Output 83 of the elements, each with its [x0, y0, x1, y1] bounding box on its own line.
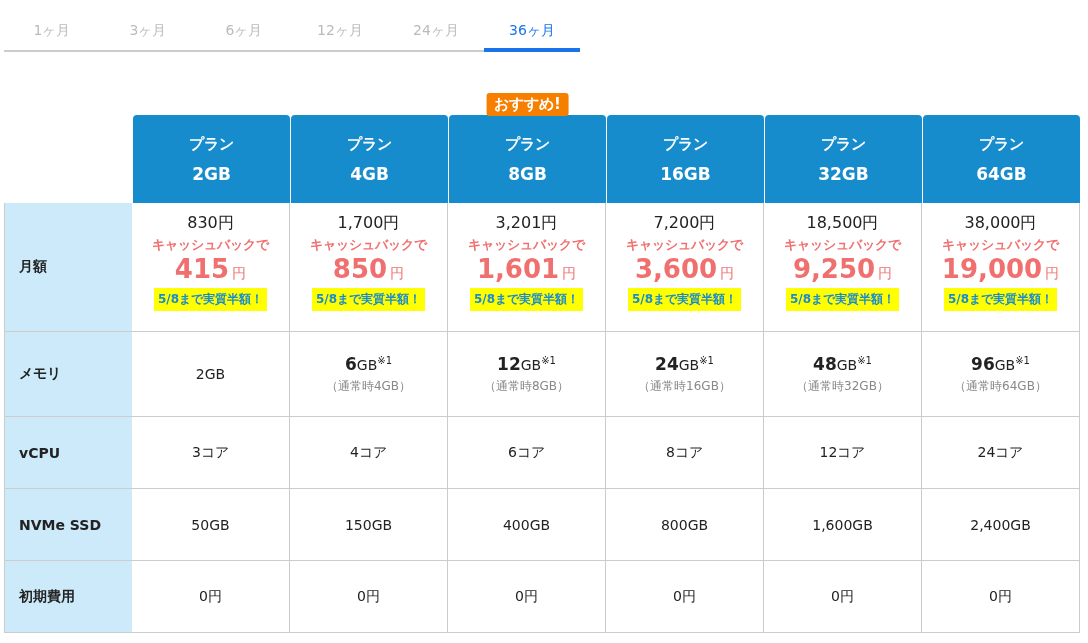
yen-unit: 円: [1045, 265, 1060, 283]
table-cell: 0円: [831, 587, 854, 606]
cashback-label: キャッシュバックで: [626, 236, 743, 254]
plan-label: プラン: [189, 134, 234, 154]
plan-label: プラン: [505, 134, 550, 154]
plan-size: 64GB: [976, 163, 1027, 184]
table-cell: 8コア: [666, 443, 703, 462]
table-cell: 12GB$^{※1}$: [497, 353, 556, 374]
plan-label: プラン: [347, 134, 392, 154]
cashback-label: キャッシュバックで: [310, 236, 427, 254]
plan-size: 32GB: [818, 163, 869, 184]
table-cell: 96GB$^{※1}$: [971, 353, 1030, 374]
regular-price: 18,500円: [806, 213, 879, 234]
normal-value-note: （通常時8GB）: [483, 377, 570, 395]
row-label: NVMe SSD: [4, 489, 132, 561]
table-cell: 1,600GB: [812, 516, 873, 533]
table-cell: 6GB$^{※1}$: [344, 353, 392, 374]
table-cell: 0円: [515, 587, 538, 606]
table-cell: 0円: [357, 587, 380, 606]
table-cell: 2,400GB: [970, 516, 1031, 533]
plan-size: 2GB: [192, 163, 231, 184]
promo-note: 5/8まで実質半額！: [785, 288, 900, 311]
table-cell: 150GB: [344, 516, 393, 533]
recommended-badge: おすすめ!: [486, 93, 569, 116]
promo-note: 5/8まで実質半額！: [469, 288, 584, 311]
cashback-label: キャッシュバックで: [942, 236, 1059, 254]
row-label: 月額: [4, 203, 132, 332]
table-cell: 48GB$^{※1}$: [813, 353, 872, 374]
cashback-label: キャッシュバックで: [152, 236, 269, 254]
cashback-price: 9,250: [792, 254, 876, 284]
cashback-price: 3,600: [634, 254, 718, 284]
row-label: vCPU: [4, 417, 132, 489]
yen-unit: 円: [878, 265, 893, 283]
period-tab[interactable]: 36ヶ月: [484, 14, 580, 52]
plan-label: プラン: [821, 134, 866, 154]
plan-size: 16GB: [660, 163, 711, 184]
plan-label: プラン: [979, 134, 1024, 154]
table-cell: 0円: [989, 587, 1012, 606]
period-tab[interactable]: 12ヶ月: [292, 14, 388, 52]
plan-size: 8GB: [508, 163, 547, 184]
regular-price: 7,200円: [653, 213, 716, 234]
promo-note: 5/8まで実質半額！: [153, 288, 268, 311]
promo-note: 5/8まで実質半額！: [311, 288, 426, 311]
table-cell: 800GB: [660, 516, 709, 533]
normal-value-note: （通常時32GB）: [796, 377, 889, 395]
table-cell: 3コア: [192, 443, 229, 462]
regular-price: 38,000円: [964, 213, 1037, 234]
table-cell: 0円: [199, 587, 222, 606]
normal-value-note: （通常時16GB）: [638, 377, 731, 395]
table-cell: 24コア: [977, 443, 1024, 462]
table-cell: 6コア: [508, 443, 545, 462]
plan-size: 4GB: [350, 163, 389, 184]
period-tab[interactable]: 3ヶ月: [100, 14, 196, 52]
period-tab[interactable]: 24ヶ月: [388, 14, 484, 52]
table-cell: 2GB: [195, 366, 226, 382]
cashback-label: キャッシュバックで: [784, 236, 901, 254]
cashback-price: 19,000: [941, 254, 1043, 284]
regular-price: 1,700円: [337, 213, 400, 234]
promo-note: 5/8まで実質半額！: [943, 288, 1058, 311]
plan-label: プラン: [663, 134, 708, 154]
row-label: メモリ: [4, 332, 132, 417]
yen-unit: 円: [720, 265, 735, 283]
table-cell: 0円: [673, 587, 696, 606]
regular-price: 830円: [187, 213, 234, 234]
table-cell: 4コア: [350, 443, 387, 462]
normal-value-note: （通常時64GB）: [954, 377, 1047, 395]
cashback-label: キャッシュバックで: [468, 236, 585, 254]
period-tab[interactable]: 6ヶ月: [196, 14, 292, 52]
yen-unit: 円: [390, 265, 405, 283]
row-label: 初期費用: [4, 561, 132, 633]
table-cell: 12コア: [819, 443, 866, 462]
table-cell: 24GB$^{※1}$: [655, 353, 714, 374]
cashback-price: 1,601: [476, 254, 560, 284]
yen-unit: 円: [232, 265, 247, 283]
cashback-price: 415: [174, 254, 230, 284]
period-tab[interactable]: 1ヶ月: [4, 14, 100, 52]
table-cell: 400GB: [502, 516, 551, 533]
yen-unit: 円: [562, 265, 577, 283]
cashback-price: 850: [332, 254, 388, 284]
normal-value-note: （通常時4GB）: [325, 377, 412, 395]
promo-note: 5/8まで実質半額！: [627, 288, 742, 311]
table-cell: 50GB: [191, 516, 230, 533]
regular-price: 3,201円: [495, 213, 558, 234]
